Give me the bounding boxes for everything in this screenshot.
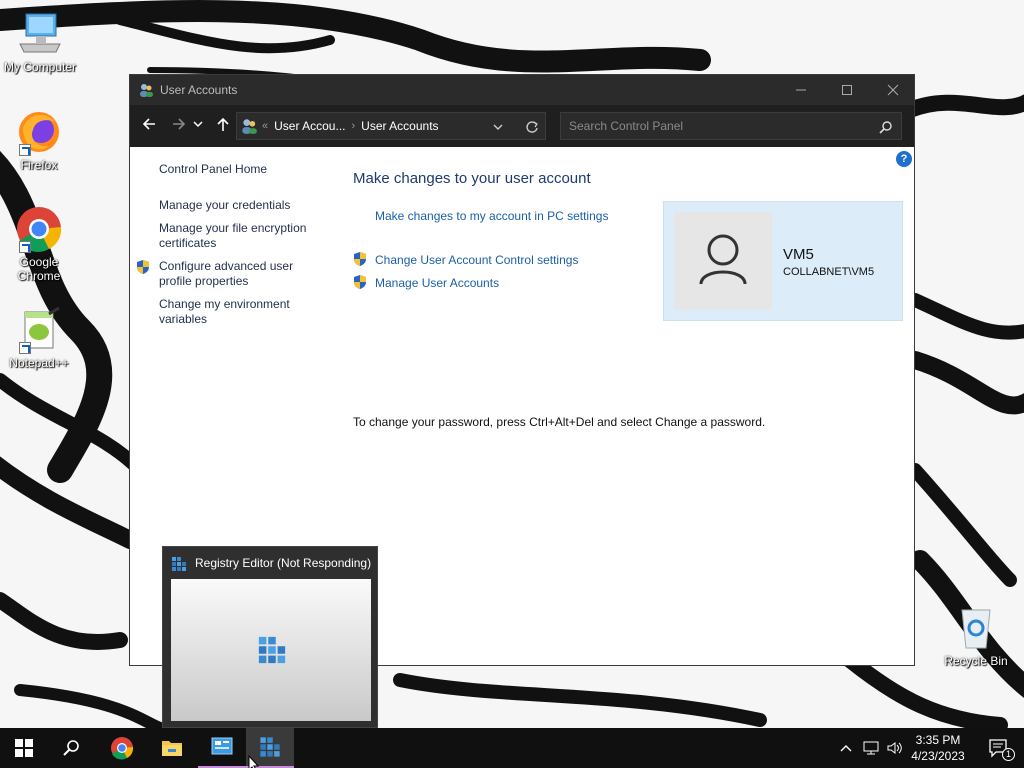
- network-icon: [863, 741, 879, 755]
- breadcrumb-parent[interactable]: User Accou...: [274, 119, 345, 133]
- network-button[interactable]: [860, 728, 882, 768]
- clock-time[interactable]: 3:35 PM: [906, 733, 970, 747]
- mouse-cursor-icon: [248, 755, 260, 768]
- notification-count-badge: 1: [1002, 748, 1015, 761]
- recent-locations-button[interactable]: [191, 116, 205, 137]
- notepad-plus-plus-icon: [15, 306, 63, 354]
- sidebar-link-file-encryption-certificates[interactable]: Manage your file encryption certificates: [159, 221, 319, 251]
- minimize-button[interactable]: [778, 75, 824, 105]
- desktop-icon-google-chrome[interactable]: Google Chrome: [0, 205, 78, 283]
- sidebar-link-manage-credentials[interactable]: Manage your credentials: [159, 198, 290, 213]
- taskbar-control-panel[interactable]: [198, 728, 246, 768]
- address-bar[interactable]: « User Accou... › User Accounts: [236, 112, 546, 140]
- sidebar-link-advanced-user-profile-properties[interactable]: Configure advanced user profile properti…: [159, 259, 309, 289]
- desktop-icon-label: Google Chrome: [17, 255, 61, 283]
- registry-editor-icon: [258, 636, 286, 664]
- desktop-icon-notepad-plus-plus[interactable]: Notepad++: [0, 306, 78, 370]
- user-silhouette-icon: [699, 234, 747, 285]
- shortcut-arrow-icon: [19, 342, 31, 354]
- chrome-icon: [15, 205, 63, 253]
- registry-editor-icon: [172, 557, 186, 571]
- arrow-right-icon: [173, 118, 186, 130]
- shortcut-arrow-icon: [19, 144, 31, 156]
- recycle-bin-icon: [952, 604, 1000, 652]
- taskbar-thumbnail-preview[interactable]: Registry Editor (Not Responding): [162, 546, 378, 728]
- maximize-button[interactable]: [824, 75, 870, 105]
- breadcrumb-current[interactable]: User Accounts: [361, 119, 438, 133]
- minimize-icon: [796, 89, 806, 91]
- taskbar-chrome[interactable]: [98, 728, 146, 768]
- uac-shield-icon: [137, 260, 149, 274]
- forward-button[interactable]: [167, 116, 191, 137]
- thumbnail-preview-image: [171, 579, 371, 721]
- taskbar: 3:35 PM 4/23/2023 1: [0, 728, 1024, 768]
- chevron-up-icon: [840, 745, 852, 752]
- search-icon: [63, 740, 79, 756]
- maximize-icon: [842, 85, 852, 95]
- overflow-chevron-icon: «: [262, 120, 269, 132]
- search-button[interactable]: [48, 728, 96, 768]
- taskbar-file-explorer[interactable]: [148, 728, 196, 768]
- sidebar-link-control-panel-home[interactable]: Control Panel Home: [159, 162, 267, 177]
- users-icon: [140, 84, 153, 97]
- uac-shield-icon: [354, 275, 366, 289]
- start-button[interactable]: [0, 728, 48, 768]
- users-icon: [242, 119, 257, 134]
- registry-editor-icon: [260, 737, 280, 757]
- desktop-icon-my-computer[interactable]: My Computer: [1, 10, 79, 74]
- refresh-icon[interactable]: [525, 120, 539, 134]
- page-title: Make changes to your user account: [353, 170, 591, 187]
- avatar: [674, 212, 772, 310]
- clock-date[interactable]: 4/23/2023: [906, 749, 970, 763]
- volume-button[interactable]: [884, 728, 906, 768]
- chrome-icon: [111, 737, 134, 760]
- desktop-icon-firefox[interactable]: Firefox: [0, 108, 78, 172]
- folder-icon: [162, 741, 182, 756]
- user-card: VM5 COLLABNET\VM5: [663, 201, 903, 321]
- close-icon: [887, 84, 899, 96]
- desktop-icon-label: My Computer: [3, 60, 77, 74]
- user-domain: COLLABNET\VM5: [783, 266, 875, 278]
- window-title: User Accounts: [160, 83, 238, 97]
- desktop-icon-label: Recycle Bin: [944, 654, 1008, 668]
- shortcut-arrow-icon: [19, 241, 31, 253]
- navigation-bar: « User Accou... › User Accounts: [130, 105, 914, 147]
- help-button[interactable]: ?: [896, 151, 912, 167]
- uac-shield-icon: [354, 252, 366, 266]
- search-box[interactable]: [560, 112, 902, 140]
- breadcrumb-separator-icon[interactable]: ›: [352, 120, 356, 132]
- up-button[interactable]: [211, 116, 235, 137]
- sidebar-link-environment-variables[interactable]: Change my environment variables: [159, 297, 309, 327]
- chevron-down-icon[interactable]: [492, 121, 504, 133]
- manage-user-accounts-link[interactable]: Manage User Accounts: [375, 276, 499, 290]
- title-bar[interactable]: User Accounts: [130, 75, 914, 105]
- desktop-icon-label: Firefox: [20, 158, 58, 172]
- speaker-icon: [887, 742, 902, 754]
- control-panel-icon: [211, 737, 233, 755]
- action-center-button[interactable]: 1: [978, 728, 1018, 768]
- back-button[interactable]: [137, 116, 161, 137]
- uac-settings-link[interactable]: Change User Account Control settings: [375, 253, 578, 267]
- user-name: VM5: [783, 246, 814, 263]
- password-instructions: To change your password, press Ctrl+Alt+…: [353, 415, 766, 429]
- arrow-left-icon: [142, 118, 155, 130]
- pc-settings-link[interactable]: Make changes to my account in PC setting…: [375, 209, 608, 223]
- desktop-icon-recycle-bin[interactable]: Recycle Bin: [937, 604, 1015, 668]
- computer-icon: [16, 10, 64, 58]
- close-button[interactable]: [870, 75, 916, 105]
- desktop-icon-label: Notepad++: [9, 356, 69, 370]
- arrow-up-icon: [217, 117, 229, 131]
- search-icon[interactable]: [879, 120, 893, 134]
- search-input[interactable]: [561, 113, 861, 139]
- chevron-down-icon: [193, 121, 203, 128]
- windows-logo-icon: [15, 739, 33, 757]
- thumbnail-title: Registry Editor (Not Responding): [195, 556, 372, 570]
- show-hidden-icons-button[interactable]: [836, 728, 856, 768]
- firefox-icon: [15, 108, 63, 156]
